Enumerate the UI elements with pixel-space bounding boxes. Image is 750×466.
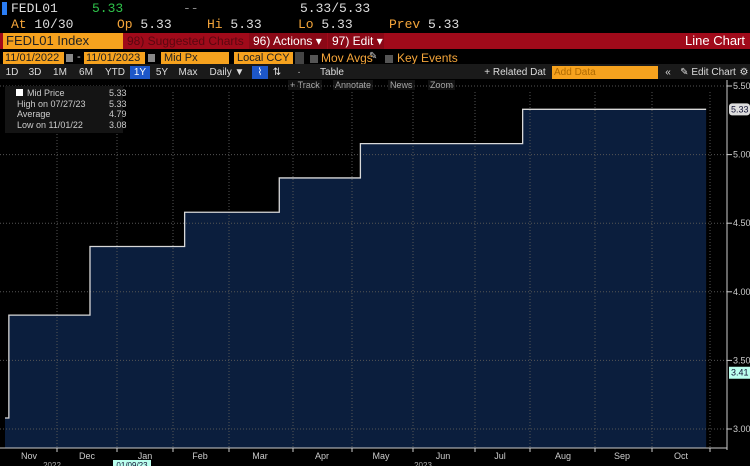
period-max[interactable]: Max [176,66,200,79]
line-chart-icon[interactable]: ⌇ [252,66,268,79]
open-field: Op 5.33 [117,17,172,32]
key-events-checkbox[interactable] [385,55,393,63]
edit-button[interactable]: 97) Edit ▾ [328,33,384,49]
legend: Mid Price 5.33 High on 07/27/23 5.33 Average… [5,86,127,133]
more-icon[interactable]: · [295,66,303,79]
pencil-icon[interactable]: ✎ [369,51,377,62]
actions-button[interactable]: 96) Actions ▾ [249,33,327,49]
table-button[interactable]: Table [310,66,354,79]
period-1d[interactable]: 1D [3,66,21,79]
low-field: Lo 5.33 [298,17,353,32]
period-5y[interactable]: 5Y [153,66,171,79]
suggested-charts-button[interactable]: 98) Suggested Charts [127,33,244,49]
y-tick-label: 3.00 [733,424,750,434]
year-label: 2022 [43,461,61,466]
x-tick-label: Mar [252,451,268,461]
period-1m[interactable]: 1M [51,66,69,79]
x-tick-label: Sep [614,451,630,461]
x-tick-label: Dec [79,451,96,461]
collapse-icon[interactable]: « [662,66,674,79]
related-data-button[interactable]: + Related Dat [481,66,549,79]
mov-avgs-label[interactable]: Mov Avgs [321,51,373,65]
period-3d[interactable]: 3D [26,66,44,79]
change: -- [183,1,199,16]
mov-avgs-checkbox[interactable] [310,55,318,63]
bid-ask: 5.33/5.33 [300,1,371,16]
period-1y[interactable]: 1Y [130,66,150,79]
period-ytd[interactable]: YTD [103,66,127,79]
x-tick-label: Jul [494,451,506,461]
ticker-marker [2,2,7,15]
y-tick-label: 3.50 [733,355,750,365]
add-data-input[interactable]: Add Data [552,66,658,79]
y-tick-label: 4.50 [733,218,750,228]
legend-label: Average [17,109,51,119]
year-label: 2023 [414,461,432,466]
legend-swatch[interactable] [16,89,23,96]
hover-date-label: 01/09/23 [116,461,148,466]
x-tick-label: Aug [555,451,571,461]
sort-icon[interactable]: ⇅ [270,66,284,79]
ticker: FEDL01 [11,1,58,16]
legend-value: 4.79 [109,109,127,119]
legend-label: Mid Price [27,88,65,98]
y-tick-label: 5.00 [733,150,750,160]
last-value-label: 5.33 [731,104,749,114]
x-tick-label: Jan [138,451,153,461]
last-price: 5.33 [92,1,124,16]
chart[interactable]: 3.00 3.50 4.00 4.50 5.00 5.50 Nov Dec Jan Feb Mar A… [0,80,750,466]
pencil-icon: ✎ [680,67,689,78]
legend-row: Mid Price 5.33 [27,88,133,98]
legend-value: 3.08 [109,119,127,130]
x-tick-label: Apr [315,451,329,461]
legend-row: Average 4.79 [17,109,127,119]
x-tick-label: Jun [436,451,451,461]
high-field: Hi 5.33 [207,17,262,32]
legend-label: High on 07/27/23 [17,98,86,109]
x-tick-label: Nov [21,451,38,461]
date-separator: - [77,51,81,63]
legend-row: High on 07/27/23 5.33 [17,98,127,109]
cursor-value-label: 3.41 [731,368,749,378]
calendar-icon[interactable] [66,54,73,62]
x-tick-label: Oct [674,451,689,461]
y-tick-label: 4.00 [733,287,750,297]
security-input[interactable]: FEDL01 Index [3,33,123,49]
key-events-label[interactable]: Key Events [397,51,458,65]
edit-chart-button[interactable]: ✎ Edit Chart [678,66,738,79]
legend-value: 5.33 [109,88,127,98]
legend-label: Low on 11/01/22 [17,119,83,130]
period-6m[interactable]: 6M [77,66,95,79]
calendar-icon[interactable] [148,54,155,62]
chart-type-label: Line Chart [685,33,745,48]
settings-icon[interactable]: ⚙ [739,66,749,79]
at-field: At 10/30 [11,17,74,32]
frequency-select[interactable]: Daily ▼ [205,66,249,79]
x-tick-label: Feb [192,451,208,461]
legend-value: 5.33 [109,98,127,109]
y-tick-label: 5.50 [733,81,750,91]
x-tick-label: May [372,451,390,461]
legend-row: Low on 11/01/22 3.08 [17,119,127,130]
prev-field: Prev 5.33 [389,17,460,32]
